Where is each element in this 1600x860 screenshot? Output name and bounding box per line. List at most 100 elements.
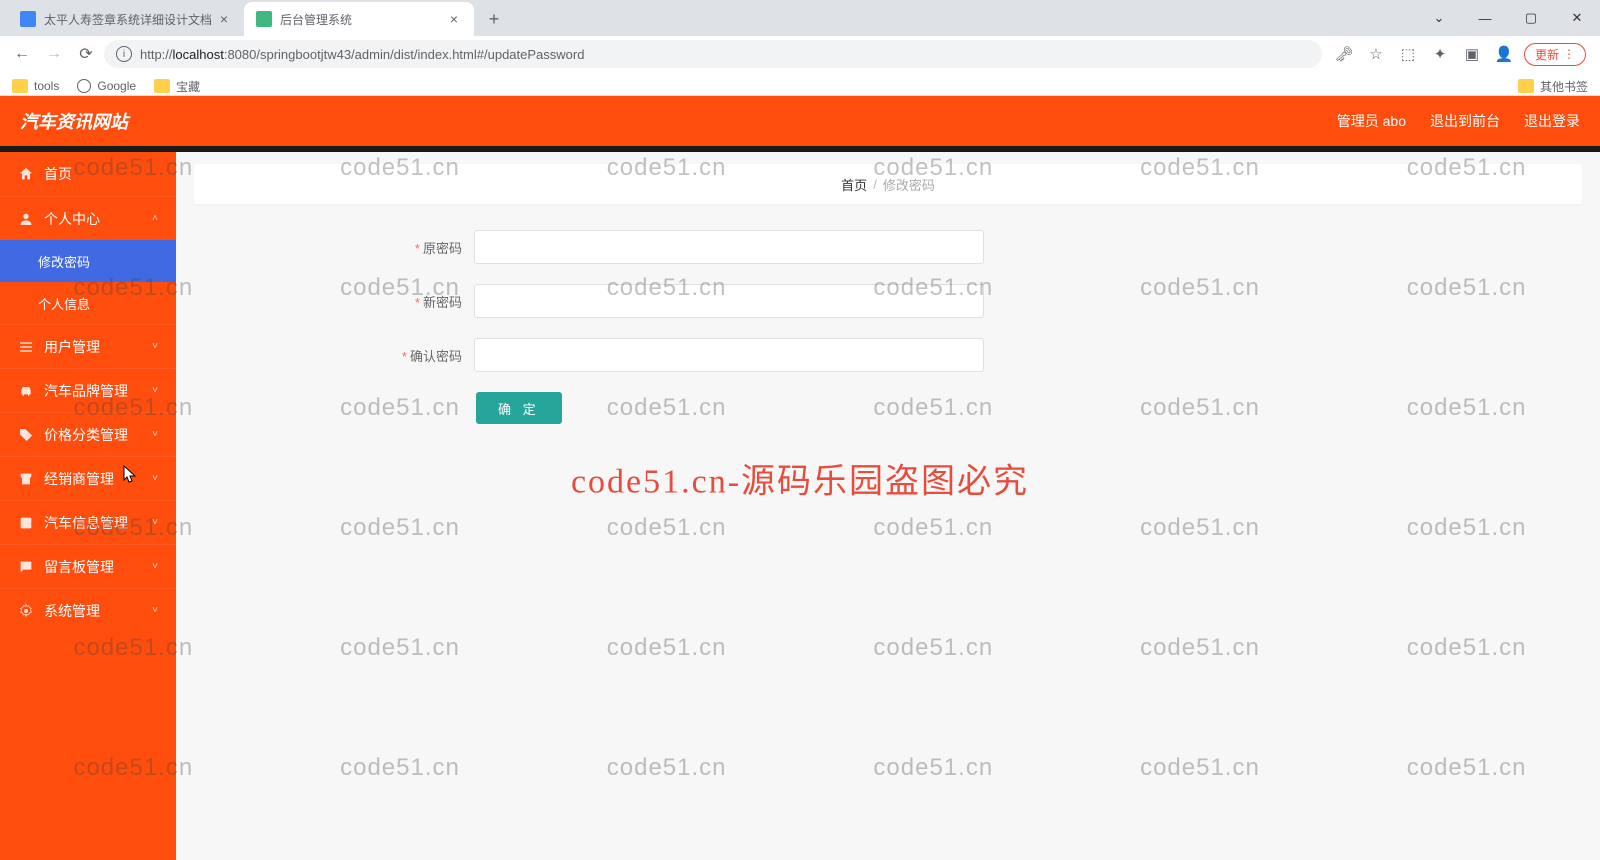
bookmark-tools[interactable]: tools [12, 79, 59, 93]
sidebar-sub-profile[interactable]: 个人信息 [0, 282, 176, 324]
sidebar-label: 留言板管理 [44, 557, 142, 577]
chevron-down-icon: ˅ [152, 605, 158, 616]
browser-chrome: 太平人寿签章系统详细设计文档 × 后台管理系统 × + ⌄ — ▢ ✕ ← → … [0, 0, 1600, 96]
sidebar-item-carinfo-mgmt[interactable]: 汽车信息管理 ˅ [0, 500, 176, 544]
nav-back-button[interactable]: ← [8, 40, 36, 68]
tab-strip: 太平人寿签章系统详细设计文档 × 后台管理系统 × + ⌄ — ▢ ✕ [0, 0, 1600, 36]
gear-icon [18, 603, 34, 619]
extensions-icon[interactable]: ✦ [1428, 42, 1452, 66]
app-body: 首页 个人中心 ˄ 修改密码 个人信息 用户管理 ˅ 汽车品牌管理 [0, 152, 1600, 860]
chevron-up-icon: ˄ [152, 213, 158, 224]
nav-forward-button[interactable]: → [40, 40, 68, 68]
url-input[interactable]: i http://localhost:8080/springbootjtw43/… [104, 40, 1322, 68]
window-close[interactable]: ✕ [1554, 2, 1600, 34]
profile-icon[interactable]: 👤 [1492, 42, 1516, 66]
sidebar-item-price-mgmt[interactable]: 价格分类管理 ˅ [0, 412, 176, 456]
sidebar-item-user-mgmt[interactable]: 用户管理 ˅ [0, 324, 176, 368]
admin-label[interactable]: 管理员 abo [1337, 111, 1406, 131]
sidebar-item-brand-mgmt[interactable]: 汽车品牌管理 ˅ [0, 368, 176, 412]
browser-tab-2[interactable]: 后台管理系统 × [244, 2, 474, 36]
confirm-pwd-input[interactable] [474, 338, 984, 372]
confirm-pwd-label: *确认密码 [194, 346, 474, 365]
chevron-down-icon: ˅ [152, 473, 158, 484]
sidebar-sub-label: 修改密码 [38, 252, 90, 271]
bookmark-treasure[interactable]: 宝藏 [154, 78, 200, 95]
key-icon[interactable]: 🗝 [1332, 42, 1356, 66]
sidebar: 首页 个人中心 ˄ 修改密码 个人信息 用户管理 ˅ 汽车品牌管理 [0, 152, 176, 860]
message-icon [18, 559, 34, 575]
folder-icon [1518, 79, 1534, 93]
chevron-down-icon: ˅ [152, 385, 158, 396]
new-tab-button[interactable]: + [480, 5, 508, 33]
user-icon [18, 211, 34, 227]
form-row-confirm-pwd: *确认密码 [194, 338, 1582, 372]
form-row-new-pwd: *新密码 [194, 284, 1582, 318]
sidebar-label: 汽车品牌管理 [44, 381, 142, 401]
password-form: *原密码 *新密码 *确认密码 确 定 [194, 204, 1582, 424]
window-minimize[interactable]: — [1462, 2, 1508, 34]
form-row-old-pwd: *原密码 [194, 230, 1582, 264]
breadcrumb: 首页 / 修改密码 [194, 164, 1582, 204]
store-icon [18, 471, 34, 487]
update-button[interactable]: 更新⋮ [1524, 43, 1586, 66]
doc-icon [20, 11, 36, 27]
window-dropdown[interactable]: ⌄ [1416, 2, 1462, 34]
app-header: 汽车资讯网站 管理员 abo 退出到前台 退出登录 [0, 96, 1600, 146]
sidebar-item-home[interactable]: 首页 [0, 152, 176, 196]
sidebar-label: 个人中心 [44, 209, 142, 229]
chevron-down-icon: ˅ [152, 517, 158, 528]
url-text: http://localhost:8080/springbootjtw43/ad… [140, 47, 1310, 62]
tab-title: 太平人寿签章系统详细设计文档 [44, 11, 212, 28]
address-bar-actions: 🗝 ☆ ⬚ ✦ ▣ 👤 更新⋮ [1326, 42, 1592, 66]
sidebar-item-personal[interactable]: 个人中心 ˄ [0, 196, 176, 240]
exit-to-front-link[interactable]: 退出到前台 [1430, 111, 1500, 131]
site-info-icon[interactable]: i [116, 46, 132, 62]
new-pwd-label: *新密码 [194, 292, 474, 311]
main-content: 首页 / 修改密码 *原密码 *新密码 *确认密码 确 定 [176, 152, 1600, 860]
sidebar-label: 系统管理 [44, 601, 142, 621]
breadcrumb-home[interactable]: 首页 [841, 175, 867, 194]
submit-button[interactable]: 确 定 [476, 392, 562, 424]
vue-icon [256, 11, 272, 27]
home-icon [18, 166, 34, 182]
bookmark-bar: tools Google 宝藏 其他书签 [0, 72, 1600, 100]
folder-icon [12, 79, 28, 93]
car-icon [18, 383, 34, 399]
sidebar-label: 用户管理 [44, 337, 142, 357]
bookmark-star-icon[interactable]: ☆ [1364, 42, 1388, 66]
window-maximize[interactable]: ▢ [1508, 2, 1554, 34]
info-icon [18, 515, 34, 531]
app-logo: 汽车资讯网站 [20, 108, 128, 134]
sidebar-item-dealer-mgmt[interactable]: 经销商管理 ˅ [0, 456, 176, 500]
new-pwd-input[interactable] [474, 284, 984, 318]
close-icon[interactable]: × [446, 11, 462, 27]
browser-tab-1[interactable]: 太平人寿签章系统详细设计文档 × [8, 2, 244, 36]
chevron-down-icon: ˅ [152, 429, 158, 440]
sidebar-sub-label: 个人信息 [38, 294, 90, 313]
folder-icon [154, 79, 170, 93]
tag-icon [18, 427, 34, 443]
install-icon[interactable]: ⬚ [1396, 42, 1420, 66]
panel-icon[interactable]: ▣ [1460, 42, 1484, 66]
breadcrumb-current: 修改密码 [883, 175, 935, 194]
cursor-icon [122, 465, 138, 485]
address-bar: ← → ⟳ i http://localhost:8080/springboot… [0, 36, 1600, 72]
logout-link[interactable]: 退出登录 [1524, 111, 1580, 131]
close-icon[interactable]: × [216, 11, 232, 27]
window-controls: ⌄ — ▢ ✕ [1416, 0, 1600, 36]
sidebar-item-sys-mgmt[interactable]: 系统管理 ˅ [0, 588, 176, 632]
nav-reload-button[interactable]: ⟳ [72, 40, 100, 68]
bookmark-other[interactable]: 其他书签 [1518, 78, 1588, 95]
header-actions: 管理员 abo 退出到前台 退出登录 [1337, 111, 1580, 131]
list-icon [18, 339, 34, 355]
sidebar-label: 价格分类管理 [44, 425, 142, 445]
old-pwd-input[interactable] [474, 230, 984, 264]
chevron-down-icon: ˅ [152, 561, 158, 572]
form-actions: 确 定 [194, 392, 1582, 424]
old-pwd-label: *原密码 [194, 238, 474, 257]
sidebar-sub-password[interactable]: 修改密码 [0, 240, 176, 282]
sidebar-item-board-mgmt[interactable]: 留言板管理 ˅ [0, 544, 176, 588]
bookmark-google[interactable]: Google [77, 79, 136, 93]
sidebar-label: 首页 [44, 164, 158, 184]
sidebar-label: 汽车信息管理 [44, 513, 142, 533]
